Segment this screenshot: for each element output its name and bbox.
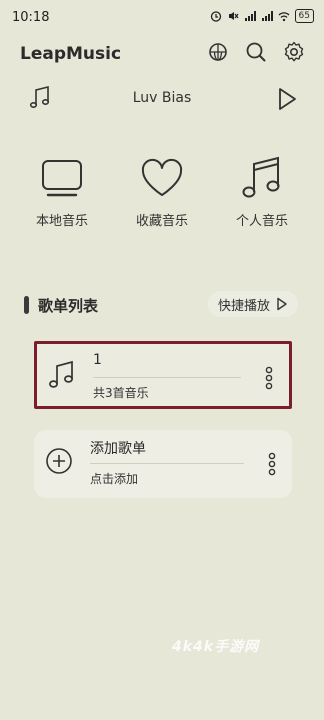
divider: [93, 377, 241, 378]
personal-music-button[interactable]: 个人音乐: [217, 154, 307, 229]
gear-icon[interactable]: [282, 40, 306, 64]
personal-music-label: 个人音乐: [235, 214, 288, 229]
watermark: 4k4k手游网: [172, 639, 260, 655]
heart-icon: [141, 158, 183, 196]
music-note-icon: [49, 360, 73, 388]
mute-icon: [228, 12, 239, 20]
monitor-icon: [42, 160, 82, 197]
alarm-icon: [210, 11, 221, 22]
divider: [90, 463, 244, 464]
app-header: LeapMusic: [0, 38, 324, 72]
status-bar: 10:18 65: [0, 0, 324, 34]
favorite-music-button[interactable]: 收藏音乐: [117, 154, 207, 229]
now-playing-bar[interactable]: Luv Bias: [0, 84, 324, 114]
wifi-icon: [278, 12, 290, 22]
playlist-card[interactable]: 1 共3首音乐: [34, 341, 292, 409]
local-music-label: 本地音乐: [35, 214, 88, 229]
play-icon: [277, 297, 287, 311]
quick-play-button[interactable]: 快捷播放: [207, 291, 298, 317]
play-icon[interactable]: [276, 86, 298, 112]
add-circle-icon: [46, 448, 72, 474]
playlist-count: 共3首音乐: [93, 386, 149, 400]
status-icons: 65: [210, 9, 314, 23]
quick-access: 本地音乐 收藏音乐 个人音乐: [0, 154, 324, 229]
music-note-icon: [242, 156, 280, 198]
signal-4g-icon: [261, 11, 273, 21]
battery-indicator: 65: [294, 9, 314, 23]
signal-4g-icon: [244, 11, 256, 21]
favorite-music-label: 收藏音乐: [135, 214, 188, 229]
playlist-name: 1: [93, 352, 102, 368]
local-music-button[interactable]: 本地音乐: [17, 154, 107, 229]
add-playlist-card[interactable]: 添加歌单 点击添加: [34, 430, 292, 498]
header-actions: [206, 40, 306, 64]
more-vertical-icon[interactable]: [265, 366, 273, 390]
add-playlist-title: 添加歌单: [90, 441, 146, 457]
playlist-section-header: 歌单列表 快捷播放: [0, 290, 324, 320]
add-playlist-subtitle: 点击添加: [90, 472, 139, 486]
quick-play-label: 快捷播放: [217, 298, 270, 314]
status-time: 10:18: [12, 10, 50, 25]
section-accent-bar: [24, 296, 29, 314]
app-title: LeapMusic: [20, 44, 122, 64]
more-vertical-icon[interactable]: [268, 452, 276, 476]
globe-icon[interactable]: [206, 40, 230, 64]
section-title: 歌单列表: [38, 297, 99, 315]
search-icon[interactable]: [244, 40, 268, 64]
